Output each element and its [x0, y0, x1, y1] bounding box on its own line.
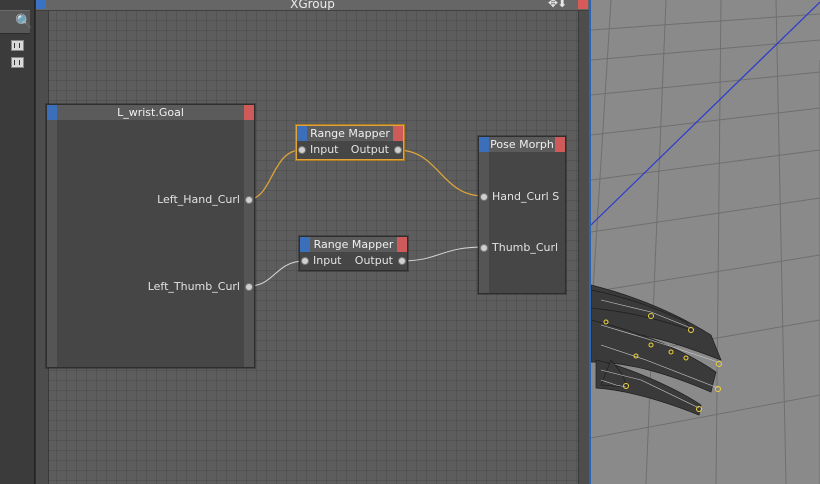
node-goal-input-column — [47, 120, 57, 367]
xgroup-input-tab[interactable] — [36, 0, 46, 9]
node-goal-output-column — [244, 120, 254, 367]
node-pose-morph-input-tab[interactable] — [479, 137, 489, 152]
port-label-mapper1-input: Input — [310, 143, 339, 156]
node-range-mapper-1-title: Range Mapper — [297, 126, 403, 141]
port-label-left-thumb-curl: Left_Thumb_Curl — [147, 280, 240, 293]
xgroup-title: XGroup — [36, 0, 589, 11]
node-pose-morph-title: Pose Morph — [479, 137, 565, 152]
node-range-mapper-1-output-tab[interactable] — [393, 126, 403, 141]
port-label-mapper2-output: Output — [354, 254, 393, 267]
node-goal-input-tab[interactable] — [47, 105, 57, 120]
node-range-mapper-2-output-tab[interactable] — [397, 237, 407, 252]
left-sidebar — [0, 0, 35, 484]
port-mapper1-input[interactable] — [298, 146, 306, 154]
layer-icon[interactable] — [11, 57, 24, 68]
port-label-mapper2-input: Input — [313, 254, 342, 267]
port-left-thumb-curl[interactable] — [245, 283, 253, 291]
port-label-left-hand-curl: Left_Hand_Curl — [157, 193, 240, 206]
node-range-mapper-1[interactable]: Range Mapper Input Output — [296, 125, 404, 160]
3d-viewport[interactable] — [591, 0, 820, 484]
node-goal-title: L_wrist.Goal — [47, 105, 254, 120]
download-icon[interactable]: ⬇ — [557, 0, 567, 10]
port-left-hand-curl[interactable] — [245, 196, 253, 204]
port-hand-curl[interactable] — [480, 193, 488, 201]
port-mapper2-output[interactable] — [398, 257, 406, 265]
port-label-thumb-curl: Thumb_Curl — [492, 241, 559, 254]
node-range-mapper-2-title: Range Mapper — [300, 237, 407, 252]
search-button[interactable]: 🔍 — [0, 10, 33, 34]
port-thumb-curl[interactable] — [480, 244, 488, 252]
node-range-mapper-1-input-tab[interactable] — [297, 126, 307, 141]
node-pose-morph[interactable]: Pose Morph Hand_Curl S Thumb_Curl — [478, 136, 566, 294]
port-label-hand-curl: Hand_Curl S — [492, 190, 560, 203]
search-icon: 🔍 — [15, 14, 33, 30]
layer-icon[interactable] — [11, 40, 24, 51]
node-goal-output-tab[interactable] — [244, 105, 254, 120]
port-mapper1-output[interactable] — [394, 146, 402, 154]
node-goal[interactable]: L_wrist.Goal Left_Hand_Curl Left_Thumb_C… — [46, 104, 255, 368]
xgroup-toolbar: ✥⬇ — [548, 0, 567, 10]
node-pose-morph-output-tab[interactable] — [555, 137, 565, 152]
viewport-scene — [591, 0, 820, 484]
move-icon[interactable]: ✥ — [548, 0, 558, 10]
node-range-mapper-2-input-tab[interactable] — [300, 237, 310, 252]
node-pose-morph-input-column — [479, 152, 489, 293]
port-mapper2-input[interactable] — [301, 257, 309, 265]
port-label-mapper1-output: Output — [350, 143, 389, 156]
node-range-mapper-2[interactable]: Range Mapper Input Output — [299, 236, 408, 271]
xgroup-output-tab[interactable] — [578, 0, 588, 9]
